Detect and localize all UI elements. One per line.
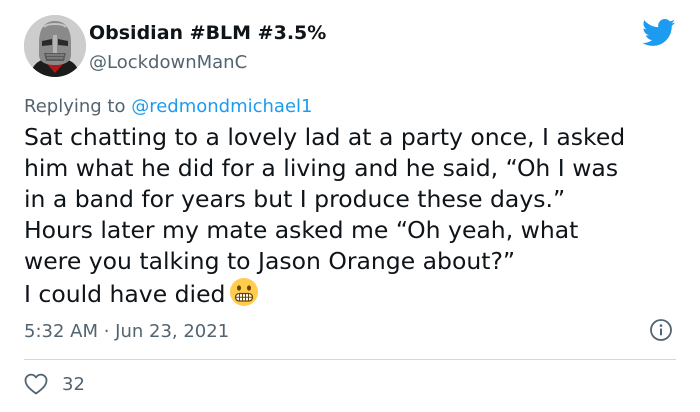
like-button[interactable]: 32 — [24, 371, 85, 397]
tweet-text-line: Sat chatting to a lovely lad at a party … — [24, 123, 626, 151]
masked-figure-avatar-image — [24, 15, 86, 77]
grimacing-face-emoji-icon — [229, 277, 259, 307]
tweet-card: Obsidian #BLM #3.5% @LockdownManC Replyi… — [0, 0, 700, 412]
twitter-bird-icon[interactable] — [642, 19, 676, 47]
twitter-bird-glyph — [642, 19, 676, 46]
info-icon[interactable] — [649, 318, 673, 342]
divider — [24, 359, 676, 360]
display-name[interactable]: Obsidian #BLM #3.5% — [89, 22, 326, 44]
tweet-text-line: in a band for years but I produce these … — [24, 185, 566, 213]
heart-icon — [24, 373, 48, 395]
tweet-text-line: were you talking to Jason Orange about?” — [24, 247, 516, 275]
user-handle[interactable]: @LockdownManC — [89, 52, 247, 73]
tweet-text-line: I could have died — [24, 280, 226, 308]
reply-mention-link[interactable]: @redmondmichael1 — [131, 96, 312, 117]
avatar[interactable] — [24, 15, 86, 77]
tweet-text: Sat chatting to a lovely lad at a party … — [24, 122, 684, 310]
replying-to-label: Replying to — [24, 96, 132, 117]
tweet-timestamp-link[interactable]: 5:32 AM · Jun 23, 2021 — [24, 321, 229, 342]
info-glyph — [650, 319, 672, 341]
replying-to-line: Replying to @redmondmichael1 — [24, 96, 313, 117]
tweet-text-line: him what he did for a living and he said… — [24, 154, 619, 182]
tweet-text-line-last: I could have died — [24, 277, 684, 310]
tweet-text-line: Hours later my mate asked me “Oh yeah, w… — [24, 216, 579, 244]
like-count: 32 — [62, 373, 85, 395]
